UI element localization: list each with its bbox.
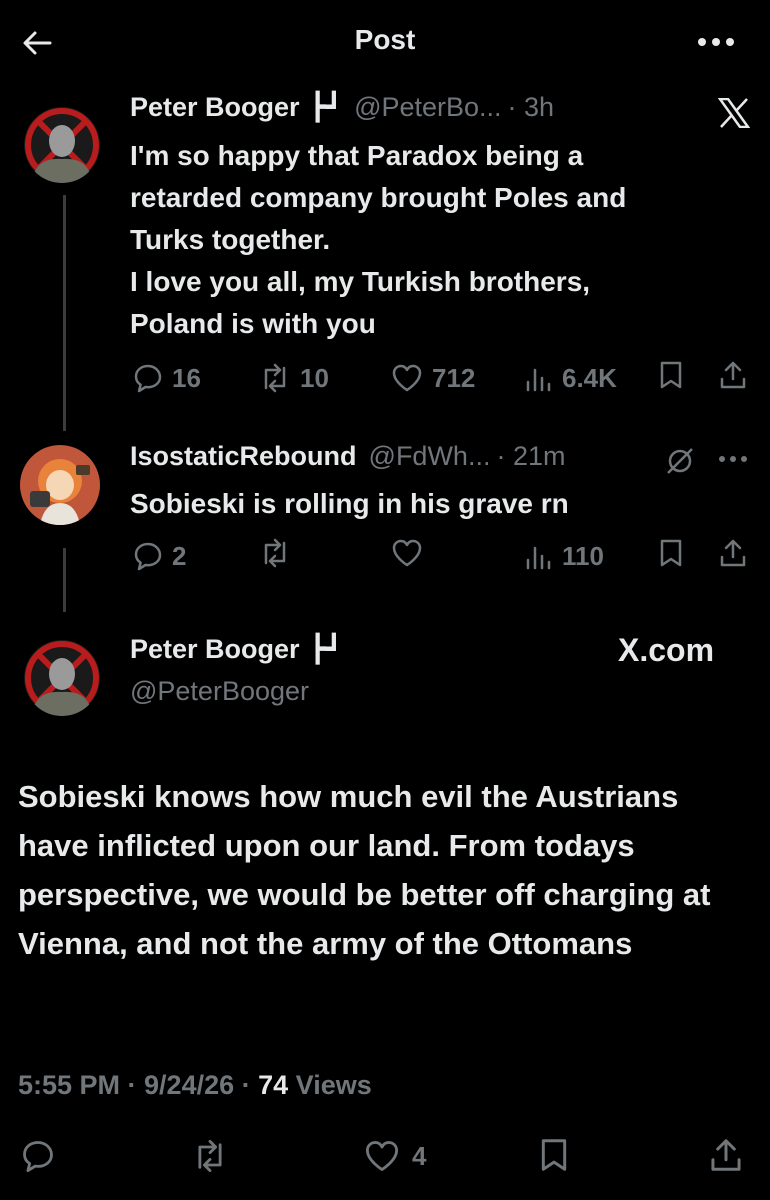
heart-icon[interactable] bbox=[390, 537, 424, 576]
reply-icon bbox=[132, 362, 164, 394]
tweet-text: I'm so happy that Paradox being a retard… bbox=[130, 140, 627, 339]
author-name[interactable]: Peter Booger bbox=[130, 634, 300, 665]
like-button[interactable]: 712 bbox=[390, 362, 475, 394]
tweet-actions: 2 110 bbox=[132, 538, 752, 574]
analytics-icon bbox=[524, 362, 554, 394]
views-button[interactable]: 6.4K bbox=[524, 362, 617, 394]
flag-badge: ┣┛ bbox=[309, 634, 343, 664]
author-name[interactable]: IsostaticRebound bbox=[130, 441, 357, 472]
repost-icon bbox=[258, 362, 292, 394]
reply-button[interactable]: 2 bbox=[132, 540, 186, 572]
reply-count: 2 bbox=[172, 540, 187, 571]
more-options-icon[interactable] bbox=[718, 452, 748, 471]
avatar[interactable] bbox=[20, 445, 100, 525]
grok-icon[interactable] bbox=[662, 446, 698, 481]
views-count: 74 bbox=[258, 1070, 289, 1100]
author-handle[interactable]: @PeterBo... bbox=[354, 92, 501, 123]
author-handle[interactable]: @PeterBooger bbox=[130, 676, 309, 707]
tweet-actions: 16 10 712 6.4K bbox=[132, 360, 752, 396]
repost-count: 10 bbox=[300, 362, 329, 393]
timestamp[interactable]: 5:55 PM · 9/24/26 · bbox=[18, 1070, 258, 1100]
post-meta: 5:55 PM · 9/24/26 · 74 Views bbox=[18, 1070, 372, 1101]
repost-button[interactable]: 10 bbox=[258, 362, 329, 394]
views-button[interactable]: 110 bbox=[524, 540, 604, 572]
analytics-icon bbox=[524, 540, 554, 572]
like-button[interactable]: 4 bbox=[362, 1138, 426, 1174]
repost-icon[interactable] bbox=[190, 1138, 230, 1179]
heart-icon bbox=[362, 1138, 402, 1174]
page-title: Post bbox=[354, 24, 416, 55]
share-icon[interactable] bbox=[718, 359, 748, 398]
tweet-text: Sobieski is rolling in his grave rn bbox=[130, 488, 569, 519]
tweet-header: IsostaticRebound @FdWh... · 21m bbox=[130, 441, 565, 472]
reply-icon[interactable] bbox=[20, 1138, 56, 1179]
bookmark-icon[interactable] bbox=[658, 359, 684, 398]
author-row: Peter Booger ┣┛ bbox=[130, 634, 342, 665]
thread-line bbox=[63, 195, 66, 431]
like-count: 4 bbox=[412, 1140, 427, 1171]
main-tweet-text: Sobieski knows how much evil the Austria… bbox=[18, 779, 711, 961]
thread-line bbox=[63, 548, 66, 612]
reply-count: 16 bbox=[172, 362, 201, 393]
more-options-icon[interactable] bbox=[694, 30, 738, 54]
tweet-header: Peter Booger ┣┛ @PeterBo... · 3h bbox=[130, 92, 554, 123]
reply-button[interactable]: 16 bbox=[132, 362, 201, 394]
author-name[interactable]: Peter Booger bbox=[130, 92, 300, 123]
flag-badge: ┣┛ bbox=[309, 92, 343, 122]
view-count: 110 bbox=[562, 540, 604, 571]
x-logo-icon[interactable] bbox=[717, 97, 751, 133]
post-time[interactable]: · 3h bbox=[508, 92, 555, 123]
avatar[interactable] bbox=[24, 107, 100, 183]
avatar[interactable] bbox=[24, 640, 100, 716]
author-handle[interactable]: @FdWh... bbox=[369, 441, 491, 472]
view-count: 6.4K bbox=[562, 362, 617, 393]
share-icon[interactable] bbox=[718, 537, 748, 576]
views-label: Views bbox=[288, 1070, 372, 1100]
bookmark-icon[interactable] bbox=[538, 1136, 570, 1179]
repost-icon[interactable] bbox=[258, 537, 292, 576]
like-count: 712 bbox=[432, 362, 476, 393]
post-time[interactable]: · 21m bbox=[496, 441, 565, 472]
share-icon[interactable] bbox=[708, 1136, 744, 1179]
source-watermark: X.com bbox=[618, 632, 715, 668]
bookmark-icon[interactable] bbox=[658, 537, 684, 576]
heart-icon bbox=[390, 362, 424, 394]
reply-icon bbox=[132, 540, 164, 572]
